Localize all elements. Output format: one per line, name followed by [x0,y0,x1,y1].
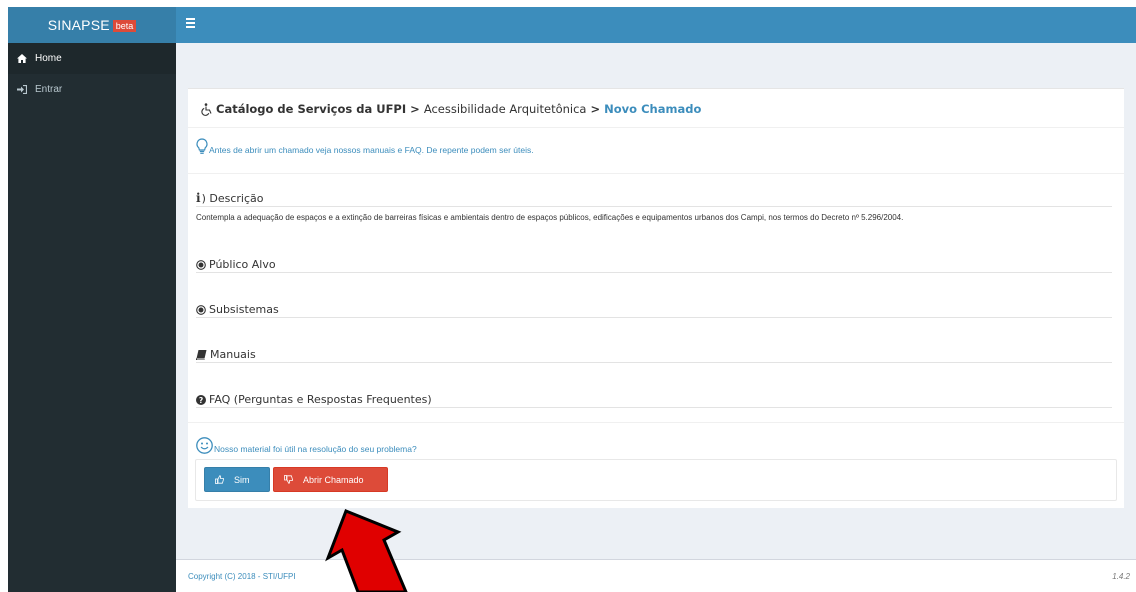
lightbulb-icon [196,138,208,155]
tip-message: Antes de abrir um chamado veja nossos ma… [196,138,534,155]
section-publico-title: Público Alvo [209,258,276,271]
smile-icon [196,437,213,454]
dot-circle-icon [196,259,206,270]
section-manuais[interactable]: Manuais [196,348,1112,363]
feedback-question-text: Nosso material foi útil na resolução do … [214,444,417,454]
abrir-chamado-button[interactable]: Abrir Chamado [273,467,388,492]
red-arrow-annotation-icon [325,509,408,592]
svg-text:?: ? [199,396,203,405]
question-circle-icon: ? [196,394,206,405]
feedback-buttons: Sim Abrir Chamado [195,459,1117,501]
breadcrumb: Catálogo de Serviços da UFPI > Acessibil… [200,102,701,116]
breadcrumb-separator: > [590,102,601,116]
sidebar: Home Entrar [8,43,176,592]
sidebar-item-entrar[interactable]: Entrar [8,74,176,105]
version-label: 1.4.2 [1112,572,1130,581]
logo[interactable]: SINAPSE beta [8,7,176,43]
divider [188,422,1124,423]
brand-name: SINAPSE [47,17,110,33]
sidebar-item-label: Entrar [35,84,63,95]
sidebar-toggle-icon[interactable] [186,18,196,30]
description-text: Contempla a adequação de espaços e a ext… [196,213,904,222]
section-publico-alvo[interactable]: Público Alvo [196,258,1112,273]
breadcrumb-catalog[interactable]: Catálogo de Serviços da UFPI [216,102,406,116]
divider [188,173,1124,174]
section-descricao: i ) Descrição [196,191,1112,207]
home-icon [17,54,29,63]
section-manuais-title: Manuais [210,348,256,361]
section-faq[interactable]: ? FAQ (Perguntas e Respostas Frequentes) [196,393,1112,408]
dot-circle-icon [196,304,206,315]
sign-in-icon [17,85,29,94]
section-subsistemas-title: Subsistemas [209,303,279,316]
abrir-chamado-label: Abrir Chamado [303,474,364,485]
service-box: Catálogo de Serviços da UFPI > Acessibil… [188,88,1124,508]
thumbs-down-icon [284,475,293,484]
sidebar-item-label: Home [35,53,62,64]
divider [188,127,1124,128]
tip-text: Antes de abrir um chamado veja nossos ma… [209,145,534,155]
breadcrumb-separator: > [410,102,420,116]
sim-button[interactable]: Sim [204,467,270,492]
section-faq-title: FAQ (Perguntas e Respostas Frequentes) [209,393,432,406]
wheelchair-icon [200,102,213,116]
top-header: SINAPSE beta [8,7,1136,43]
sidebar-item-home[interactable]: Home [8,43,176,74]
thumbs-up-icon [215,475,224,484]
app-frame: SINAPSE beta Home Entrar Catálogo de Ser… [8,7,1136,592]
breadcrumb-current: Novo Chamado [604,102,702,116]
section-subsistemas[interactable]: Subsistemas [196,303,1112,318]
section-descricao-title: ) Descrição [201,191,264,205]
feedback-question: Nosso material foi útil na resolução do … [196,437,417,454]
beta-badge: beta [112,20,137,32]
breadcrumb-category[interactable]: Acessibilidade Arquitetônica [424,102,587,116]
copyright-link[interactable]: Copyright (C) 2018 - STI/UFPI [188,572,296,581]
sim-button-label: Sim [234,474,250,485]
info-icon: i [196,191,201,205]
book-icon [196,349,207,360]
